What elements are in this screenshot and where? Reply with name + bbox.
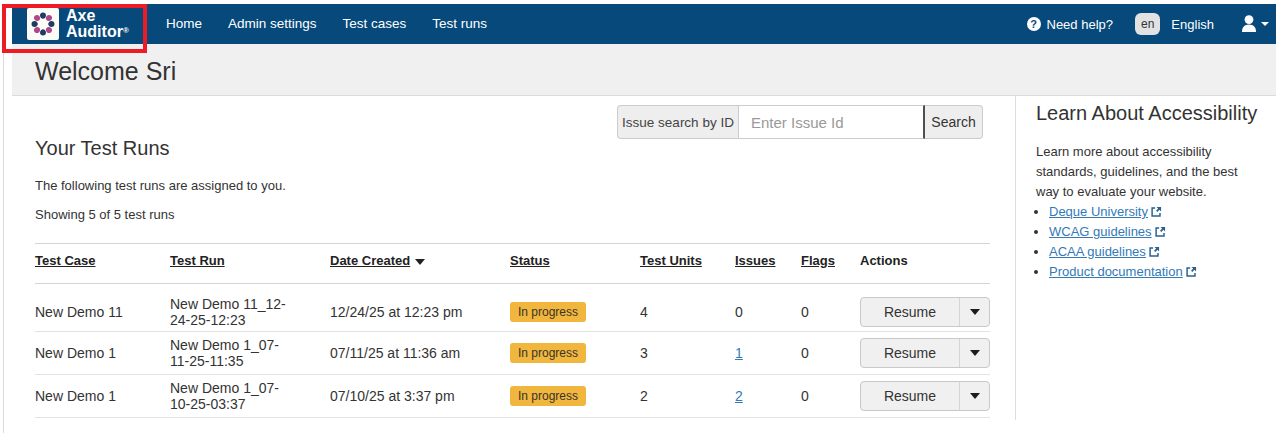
sidebar-paragraph: Learn more about accessibility standards… bbox=[1036, 142, 1251, 202]
cell-test-run: New Demo 11_12-24-25-12:23 bbox=[170, 296, 290, 328]
cell-test-case: New Demo 11 bbox=[35, 284, 170, 332]
welcome-title: Welcome Sri bbox=[35, 54, 176, 86]
column-header-actions: Actions bbox=[860, 244, 990, 284]
cell-date-created: 07/10/25 at 3:37 pm bbox=[330, 375, 510, 418]
cell-date-created: 07/11/25 at 11:36 am bbox=[330, 332, 510, 375]
test-runs-table: Test Case Test Run Date Created Status T… bbox=[35, 243, 990, 418]
user-menu[interactable] bbox=[1239, 14, 1269, 34]
main-content: Issue search by ID Search Your Test Runs… bbox=[12, 96, 1015, 433]
issues-count-link[interactable]: 2 bbox=[735, 388, 743, 404]
resume-button[interactable]: Resume bbox=[861, 298, 959, 326]
test-runs-description: The following test runs are assigned to … bbox=[35, 178, 286, 193]
issue-search-input[interactable] bbox=[738, 105, 925, 139]
table-header-row: Test Case Test Run Date Created Status T… bbox=[35, 244, 990, 284]
column-header-test-units[interactable]: Test Units bbox=[640, 253, 702, 268]
dropdown-caret-icon bbox=[970, 309, 980, 315]
list-item: ACAA guidelines bbox=[1049, 242, 1271, 262]
top-navbar: AxeAuditor® Home Admin settings Test cas… bbox=[12, 4, 1276, 44]
sort-desc-caret-icon bbox=[415, 259, 425, 265]
resume-split-button: Resume bbox=[860, 381, 990, 411]
cell-test-units: 3 bbox=[640, 332, 735, 375]
question-mark-icon: ? bbox=[1027, 17, 1041, 31]
link-acaa-guidelines[interactable]: ACAA guidelines bbox=[1049, 244, 1146, 259]
nav-item-admin-settings[interactable]: Admin settings bbox=[215, 16, 330, 31]
resume-split-button: Resume bbox=[860, 338, 990, 368]
sidebar-links: Deque University WCAG guidelines ACAA gu… bbox=[1036, 202, 1271, 282]
user-menu-caret-icon bbox=[1261, 22, 1269, 26]
cell-test-units: 2 bbox=[640, 375, 735, 418]
column-header-status[interactable]: Status bbox=[510, 253, 550, 268]
need-help-label: Need help? bbox=[1047, 17, 1114, 32]
external-link-icon bbox=[1186, 266, 1197, 277]
cell-test-case: New Demo 1 bbox=[35, 375, 170, 418]
cell-flags: 0 bbox=[801, 332, 860, 375]
column-header-test-case[interactable]: Test Case bbox=[35, 253, 95, 268]
resume-dropdown-toggle[interactable] bbox=[959, 339, 989, 367]
external-link-icon bbox=[1155, 226, 1166, 237]
test-runs-heading: Your Test Runs bbox=[35, 137, 170, 160]
table-row: New Demo 1 New Demo 1_07-11-25-11:35 07/… bbox=[35, 332, 990, 375]
column-header-issues[interactable]: Issues bbox=[735, 253, 775, 268]
need-help-link[interactable]: ? Need help? bbox=[1027, 17, 1114, 32]
cell-issues: 0 bbox=[735, 284, 801, 332]
cell-test-run: New Demo 1_07-11-25-11:35 bbox=[170, 337, 290, 369]
cell-test-units: 4 bbox=[640, 284, 735, 332]
cell-flags: 0 bbox=[801, 284, 860, 332]
language-code-badge: en bbox=[1135, 13, 1160, 35]
resume-dropdown-toggle[interactable] bbox=[959, 298, 989, 326]
column-header-flags[interactable]: Flags bbox=[801, 253, 835, 268]
link-wcag-guidelines[interactable]: WCAG guidelines bbox=[1049, 224, 1152, 239]
resume-button[interactable]: Resume bbox=[861, 382, 959, 410]
resume-button[interactable]: Resume bbox=[861, 339, 959, 367]
nav-items: Home Admin settings Test cases Test runs bbox=[153, 4, 500, 44]
test-runs-summary: Showing 5 of 5 test runs bbox=[35, 207, 174, 222]
cell-test-run: New Demo 1_07-10-25-03:37 bbox=[170, 380, 290, 412]
nav-item-test-runs[interactable]: Test runs bbox=[419, 16, 500, 31]
learn-sidebar: Learn About Accessibility Learn more abo… bbox=[1015, 96, 1276, 420]
list-item: WCAG guidelines bbox=[1049, 222, 1271, 242]
resume-split-button: Resume bbox=[860, 297, 990, 327]
dropdown-caret-icon bbox=[970, 393, 980, 399]
status-badge: In progress bbox=[510, 343, 586, 363]
issue-search-group: Issue search by ID Search bbox=[617, 105, 983, 139]
link-product-documentation[interactable]: Product documentation bbox=[1049, 264, 1183, 279]
status-badge: In progress bbox=[510, 302, 586, 322]
language-label[interactable]: English bbox=[1171, 17, 1214, 32]
navbar-right: ? Need help? en English bbox=[1027, 13, 1276, 35]
user-icon bbox=[1239, 14, 1259, 34]
cell-test-case: New Demo 1 bbox=[35, 332, 170, 375]
welcome-band: Welcome Sri bbox=[12, 44, 1276, 96]
sidebar-heading: Learn About Accessibility bbox=[1036, 102, 1271, 125]
external-link-icon bbox=[1151, 206, 1162, 217]
table-row: New Demo 11 New Demo 11_12-24-25-12:23 1… bbox=[35, 284, 990, 332]
external-link-icon bbox=[1149, 246, 1160, 257]
list-item: Product documentation bbox=[1049, 262, 1271, 282]
nav-item-home[interactable]: Home bbox=[153, 16, 215, 31]
cell-flags: 0 bbox=[801, 375, 860, 418]
status-badge: In progress bbox=[510, 386, 586, 406]
column-header-date-created[interactable]: Date Created bbox=[330, 253, 410, 268]
table-row: New Demo 1 New Demo 1_07-10-25-03:37 07/… bbox=[35, 375, 990, 418]
nav-item-test-cases[interactable]: Test cases bbox=[330, 16, 420, 31]
column-header-test-run[interactable]: Test Run bbox=[170, 253, 225, 268]
dropdown-caret-icon bbox=[970, 350, 980, 356]
issue-search-button[interactable]: Search bbox=[925, 105, 983, 139]
link-deque-university[interactable]: Deque University bbox=[1049, 204, 1148, 219]
issue-search-addon-label: Issue search by ID bbox=[617, 105, 738, 139]
list-item: Deque University bbox=[1049, 202, 1271, 222]
resume-dropdown-toggle[interactable] bbox=[959, 382, 989, 410]
annotation-highlight-box bbox=[2, 4, 147, 53]
issues-count-link[interactable]: 1 bbox=[735, 345, 743, 361]
cell-date-created: 12/24/25 at 12:23 pm bbox=[330, 284, 510, 332]
page-edge-line bbox=[3, 44, 4, 433]
